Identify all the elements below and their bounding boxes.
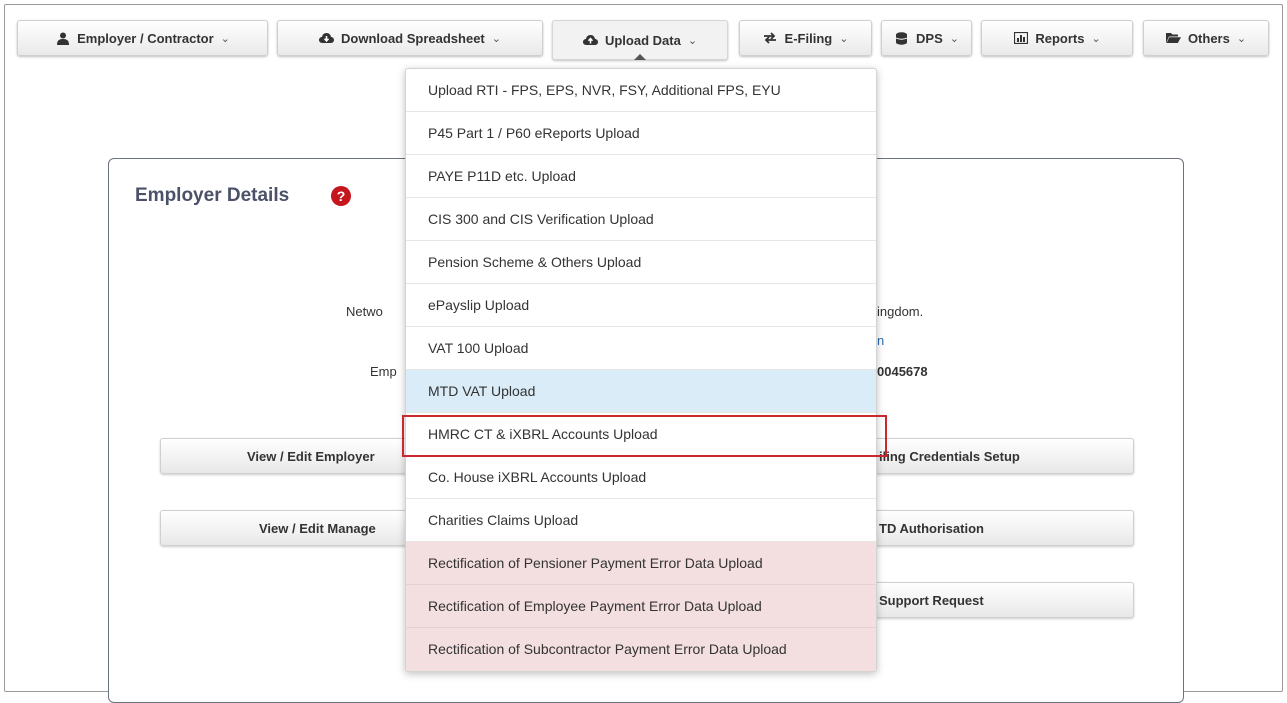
nav-reports[interactable]: Reports ⌄ — [981, 20, 1133, 56]
menu-item-co-house-ixbrl[interactable]: Co. House iXBRL Accounts Upload — [406, 456, 876, 499]
button-label: Support Request — [879, 592, 984, 608]
chevron-down-icon: ⌄ — [949, 32, 959, 45]
nav-label: Others — [1187, 30, 1230, 46]
database-icon — [894, 31, 909, 45]
nav-download-spreadsheet[interactable]: Download Spreadsheet ⌄ — [277, 20, 543, 56]
nav-employer-contractor[interactable]: Employer / Contractor ⌄ — [17, 20, 268, 56]
menu-item-paye-p11d[interactable]: PAYE P11D etc. Upload — [406, 155, 876, 198]
cloud-download-icon — [319, 31, 335, 45]
menu-item-epayslip[interactable]: ePayslip Upload — [406, 284, 876, 327]
menu-item-cis-300[interactable]: CIS 300 and CIS Verification Upload — [406, 198, 876, 241]
link-fragment[interactable]: n — [877, 333, 884, 348]
nav-upload-data[interactable]: Upload Data ⌄ — [552, 20, 728, 60]
chart-icon — [1013, 31, 1028, 45]
active-pointer — [634, 54, 646, 60]
view-edit-manage-button[interactable]: View / Edit Manage — [160, 510, 420, 546]
user-icon — [55, 31, 70, 45]
nav-dps[interactable]: DPS ⌄ — [881, 20, 972, 56]
chevron-down-icon: ⌄ — [839, 32, 849, 45]
button-label: TD Authorisation — [879, 520, 984, 536]
menu-item-hmrc-ct-ixbrl[interactable]: HMRC CT & iXBRL Accounts Upload — [406, 413, 876, 456]
field-label-fragment: Netwo — [346, 304, 383, 319]
nav-e-filing[interactable]: E-Filing ⌄ — [739, 20, 872, 56]
nav-label: DPS — [916, 30, 943, 46]
button-label: View / Edit Employer — [247, 448, 375, 464]
menu-item-upload-rti[interactable]: Upload RTI - FPS, EPS, NVR, FSY, Additio… — [406, 69, 876, 112]
nav-label: Employer / Contractor — [77, 30, 214, 46]
button-label: iling Credentials Setup — [879, 448, 1020, 464]
exchange-icon — [763, 31, 778, 45]
nav-label: Upload Data — [604, 32, 681, 48]
support-request-button[interactable]: Support Request — [862, 582, 1134, 618]
nav-others[interactable]: Others ⌄ — [1143, 20, 1269, 56]
nav-label: Reports — [1035, 30, 1085, 46]
chevron-down-icon: ⌄ — [491, 32, 501, 45]
menu-item-vat-100[interactable]: VAT 100 Upload — [406, 327, 876, 370]
filing-credentials-setup-button[interactable]: iling Credentials Setup — [862, 438, 1134, 474]
field-value-fragment: ingdom. — [877, 304, 924, 319]
page-title: Employer Details — [135, 185, 290, 206]
menu-item-p45-p60-ereports[interactable]: P45 Part 1 / P60 eReports Upload — [406, 112, 876, 155]
chevron-down-icon: ⌄ — [687, 34, 698, 47]
menu-item-charities-claims[interactable]: Charities Claims Upload — [406, 499, 876, 542]
menu-item-mtd-vat[interactable]: MTD VAT Upload — [406, 370, 876, 413]
menu-item-rectification-pensioner[interactable]: Rectification of Pensioner Payment Error… — [406, 542, 876, 585]
chevron-down-icon: ⌄ — [1091, 32, 1101, 45]
field-label-fragment: Emp — [370, 364, 397, 379]
button-label: View / Edit Manage — [259, 520, 376, 536]
field-value-fragment: 0045678 — [877, 364, 928, 379]
upload-data-menu: Upload RTI - FPS, EPS, NVR, FSY, Additio… — [405, 68, 877, 672]
view-edit-employer-button[interactable]: View / Edit Employer — [160, 438, 420, 474]
menu-item-pension-scheme[interactable]: Pension Scheme & Others Upload — [406, 241, 876, 284]
mtd-authorisation-button[interactable]: TD Authorisation — [862, 510, 1134, 546]
nav-label: E-Filing — [784, 30, 833, 46]
folder-open-icon — [1165, 31, 1181, 45]
chevron-down-icon: ⌄ — [220, 32, 230, 45]
cloud-upload-icon — [582, 33, 598, 47]
menu-item-rectification-subcontractor[interactable]: Rectification of Subcontractor Payment E… — [406, 628, 876, 671]
help-icon[interactable]: ? — [331, 186, 351, 206]
menu-item-rectification-employee[interactable]: Rectification of Employee Payment Error … — [406, 585, 876, 628]
chevron-down-icon: ⌄ — [1236, 32, 1247, 45]
nav-label: Download Spreadsheet — [341, 30, 485, 46]
